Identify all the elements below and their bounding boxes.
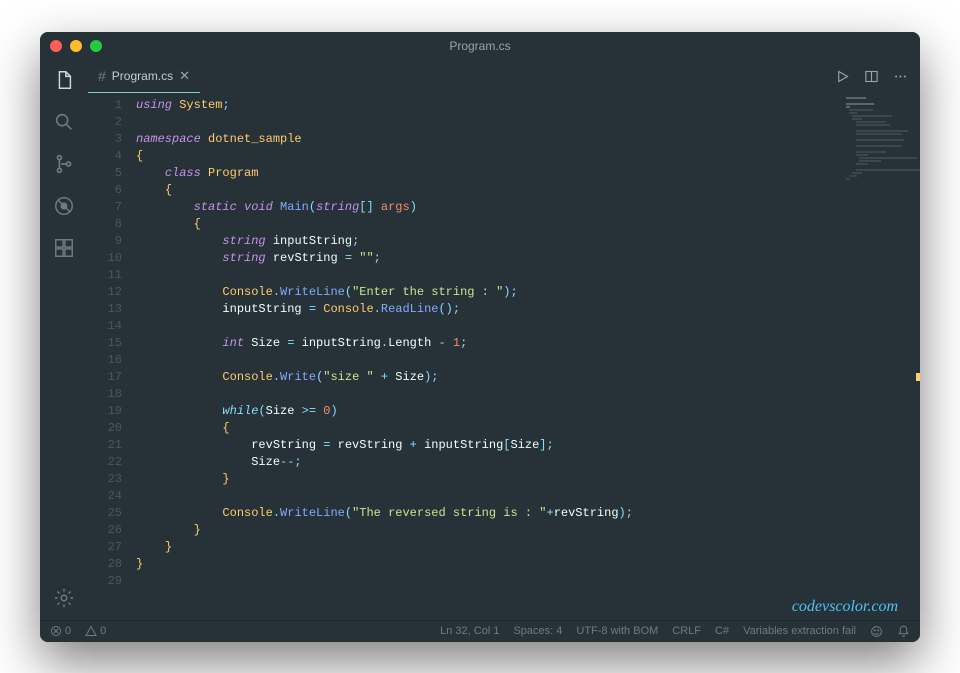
warnings-count[interactable]: 0 [85, 625, 106, 637]
code-line[interactable]: string inputString; [136, 233, 920, 250]
code-line[interactable]: Console.WriteLine("The reversed string i… [136, 505, 920, 522]
language-mode[interactable]: C# [715, 625, 729, 637]
editor-area[interactable]: 1234567891011121314151617181920212223242… [88, 93, 920, 620]
more-actions-icon[interactable] [893, 69, 908, 84]
line-number: 13 [88, 301, 122, 318]
line-number-gutter: 1234567891011121314151617181920212223242… [88, 93, 136, 620]
tab-bar: # Program.cs ✕ [88, 60, 920, 93]
csharp-file-icon: # [98, 68, 106, 84]
code-line[interactable]: int Size = inputString.Length - 1; [136, 335, 920, 352]
code-line[interactable]: { [136, 148, 920, 165]
code-line[interactable]: revString = revString + inputString[Size… [136, 437, 920, 454]
editor-actions [835, 60, 920, 93]
errors-count[interactable]: 0 [50, 625, 71, 637]
line-number: 10 [88, 250, 122, 267]
window-body: # Program.cs ✕ 12 3456789 1 [40, 60, 920, 620]
code-line[interactable]: Size--; [136, 454, 920, 471]
code-line[interactable] [136, 318, 920, 335]
code-line[interactable]: using System; [136, 97, 920, 114]
run-icon[interactable] [835, 69, 850, 84]
line-number: 29 [88, 573, 122, 590]
line-number: 27 [88, 539, 122, 556]
code-content[interactable]: using System;namespace dotnet_sample{ cl… [136, 93, 920, 620]
close-tab-icon[interactable]: ✕ [179, 68, 190, 84]
split-editor-icon[interactable] [864, 69, 879, 84]
eol[interactable]: CRLF [672, 625, 701, 637]
editor-main: # Program.cs ✕ 12 3456789 1 [88, 60, 920, 620]
code-line[interactable]: class Program [136, 165, 920, 182]
line-number: 4 [88, 148, 122, 165]
watermark: codevscolor.com [792, 598, 898, 616]
minimize-window-button[interactable] [70, 40, 82, 52]
line-number: 1 [88, 97, 122, 114]
code-line[interactable] [136, 488, 920, 505]
status-bar: 0 0 Ln 32, Col 1 Spaces: 4 UTF-8 with BO… [40, 620, 920, 642]
encoding[interactable]: UTF-8 with BOM [576, 625, 658, 637]
line-number: 5 [88, 165, 122, 182]
line-number: 21 [88, 437, 122, 454]
code-line[interactable] [136, 114, 920, 131]
line-number: 3 [88, 131, 122, 148]
status-message[interactable]: Variables extraction fail [743, 625, 856, 637]
close-window-button[interactable] [50, 40, 62, 52]
code-line[interactable]: { [136, 216, 920, 233]
code-line[interactable]: { [136, 420, 920, 437]
debug-icon[interactable] [52, 194, 76, 218]
line-number: 12 [88, 284, 122, 301]
line-number: 9 [88, 233, 122, 250]
explorer-icon[interactable] [52, 68, 76, 92]
tab-program-cs[interactable]: # Program.cs ✕ [88, 60, 200, 93]
code-line[interactable] [136, 267, 920, 284]
code-line[interactable]: while(Size >= 0) [136, 403, 920, 420]
editor-window: Program.cs [40, 32, 920, 642]
line-number: 17 [88, 369, 122, 386]
line-number: 26 [88, 522, 122, 539]
line-number: 28 [88, 556, 122, 573]
code-line[interactable]: { [136, 182, 920, 199]
code-line[interactable] [136, 352, 920, 369]
settings-gear-icon[interactable] [52, 586, 76, 610]
search-icon[interactable] [52, 110, 76, 134]
line-number: 24 [88, 488, 122, 505]
line-number: 16 [88, 352, 122, 369]
line-number: 14 [88, 318, 122, 335]
code-line[interactable]: static void Main(string[] args) [136, 199, 920, 216]
line-number: 6 [88, 182, 122, 199]
tab-label: Program.cs [112, 69, 173, 83]
line-number: 25 [88, 505, 122, 522]
traffic-lights [50, 40, 102, 52]
line-number: 23 [88, 471, 122, 488]
extensions-icon[interactable] [52, 236, 76, 260]
source-control-icon[interactable] [52, 152, 76, 176]
window-title: Program.cs [40, 39, 920, 53]
indentation[interactable]: Spaces: 4 [513, 625, 562, 637]
notifications-bell-icon[interactable] [897, 625, 910, 638]
line-number: 20 [88, 420, 122, 437]
code-line[interactable] [136, 573, 920, 590]
code-line[interactable]: } [136, 539, 920, 556]
maximize-window-button[interactable] [90, 40, 102, 52]
line-number: 22 [88, 454, 122, 471]
code-line[interactable]: Console.WriteLine("Enter the string : ")… [136, 284, 920, 301]
line-number: 8 [88, 216, 122, 233]
line-number: 19 [88, 403, 122, 420]
code-line[interactable]: } [136, 522, 920, 539]
activity-bar [40, 60, 88, 620]
code-line[interactable]: Console.Write("size " + Size); [136, 369, 920, 386]
code-line[interactable]: } [136, 556, 920, 573]
scrollbar-marker [916, 373, 920, 381]
cursor-position[interactable]: Ln 32, Col 1 [440, 625, 499, 637]
code-line[interactable]: namespace dotnet_sample [136, 131, 920, 148]
line-number: 7 [88, 199, 122, 216]
line-number: 18 [88, 386, 122, 403]
code-line[interactable]: string revString = ""; [136, 250, 920, 267]
line-number: 2 [88, 114, 122, 131]
code-line[interactable]: inputString = Console.ReadLine(); [136, 301, 920, 318]
line-number: 11 [88, 267, 122, 284]
titlebar: Program.cs [40, 32, 920, 60]
feedback-icon[interactable] [870, 625, 883, 638]
code-line[interactable] [136, 386, 920, 403]
code-line[interactable]: } [136, 471, 920, 488]
line-number: 15 [88, 335, 122, 352]
